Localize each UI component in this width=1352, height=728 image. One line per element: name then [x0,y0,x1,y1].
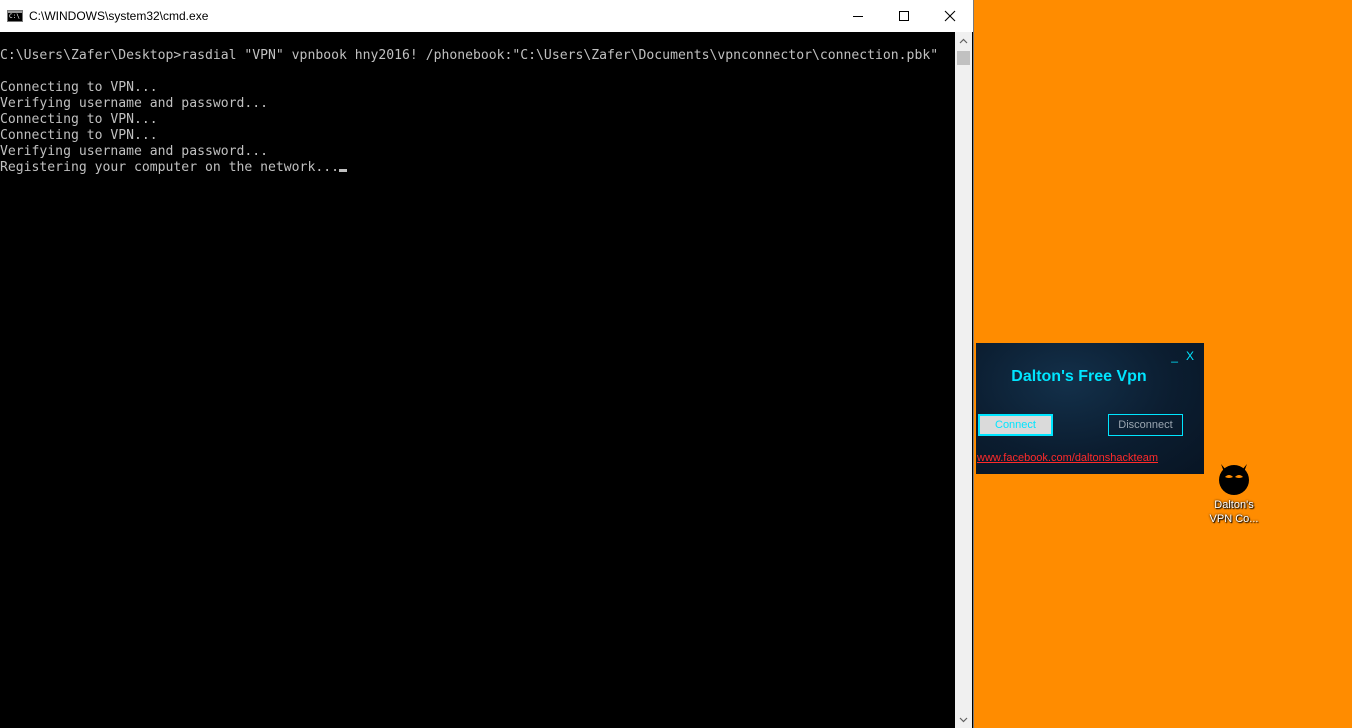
window-controls [835,0,973,32]
console-line: Connecting to VPN... [0,128,158,143]
console-line-text: Registering your computer on the network… [0,160,339,175]
console-line: Connecting to VPN... [0,80,158,95]
cmd-window: C:\WINDOWS\system32\cmd.exe [0,0,974,728]
vpn-minimize-button[interactable]: _ [1171,349,1178,363]
vertical-scrollbar[interactable] [955,32,972,728]
devil-face-icon [1219,464,1249,495]
disconnect-button[interactable]: Disconnect [1108,414,1183,436]
close-button[interactable] [927,0,973,32]
chevron-up-icon [959,38,968,43]
desktop-shortcut-label: Dalton's VPN Co... [1200,498,1268,526]
shortcut-label-line: VPN Co... [1209,513,1259,525]
window-title: C:\WINDOWS\system32\cmd.exe [29,9,209,23]
maximize-button[interactable] [881,0,927,32]
chevron-down-icon [959,717,968,722]
minimize-button[interactable] [835,0,881,32]
vpn-close-button[interactable]: X [1186,349,1194,363]
connect-button[interactable]: Connect [978,414,1053,436]
text-cursor [338,169,347,172]
desktop: C:\WINDOWS\system32\cmd.exe [0,0,1352,728]
shortcut-label-line: Dalton's [1214,499,1254,511]
close-icon [944,10,956,22]
vpn-app-window: _ X Dalton's Free Vpn Connect Disconnect… [976,343,1204,474]
console-output[interactable]: C:\Users\Zafer\Desktop>rasdial "VPN" vpn… [0,32,956,728]
console-line: Connecting to VPN... [0,112,158,127]
desktop-shortcut-vpn[interactable]: Dalton's VPN Co... [1200,458,1268,530]
console-line: Verifying username and password... [0,96,269,111]
vpn-window-controls: _ X [1171,349,1194,363]
minimize-icon [853,16,863,17]
cmd-titlebar[interactable]: C:\WINDOWS\system32\cmd.exe [0,0,973,32]
cmd-icon[interactable] [7,10,23,22]
scroll-thumb[interactable] [957,51,970,65]
vpn-app-title: Dalton's Free Vpn [1011,368,1147,385]
facebook-link[interactable]: www.facebook.com/daltonshackteam [977,452,1158,464]
scroll-down-button[interactable] [955,711,972,728]
maximize-icon [899,11,909,21]
console-line: C:\Users\Zafer\Desktop>rasdial "VPN" vpn… [0,48,939,63]
scroll-up-button[interactable] [955,32,972,49]
console-line: Verifying username and password... [0,144,269,159]
console-line-current: Registering your computer on the network… [0,160,956,176]
